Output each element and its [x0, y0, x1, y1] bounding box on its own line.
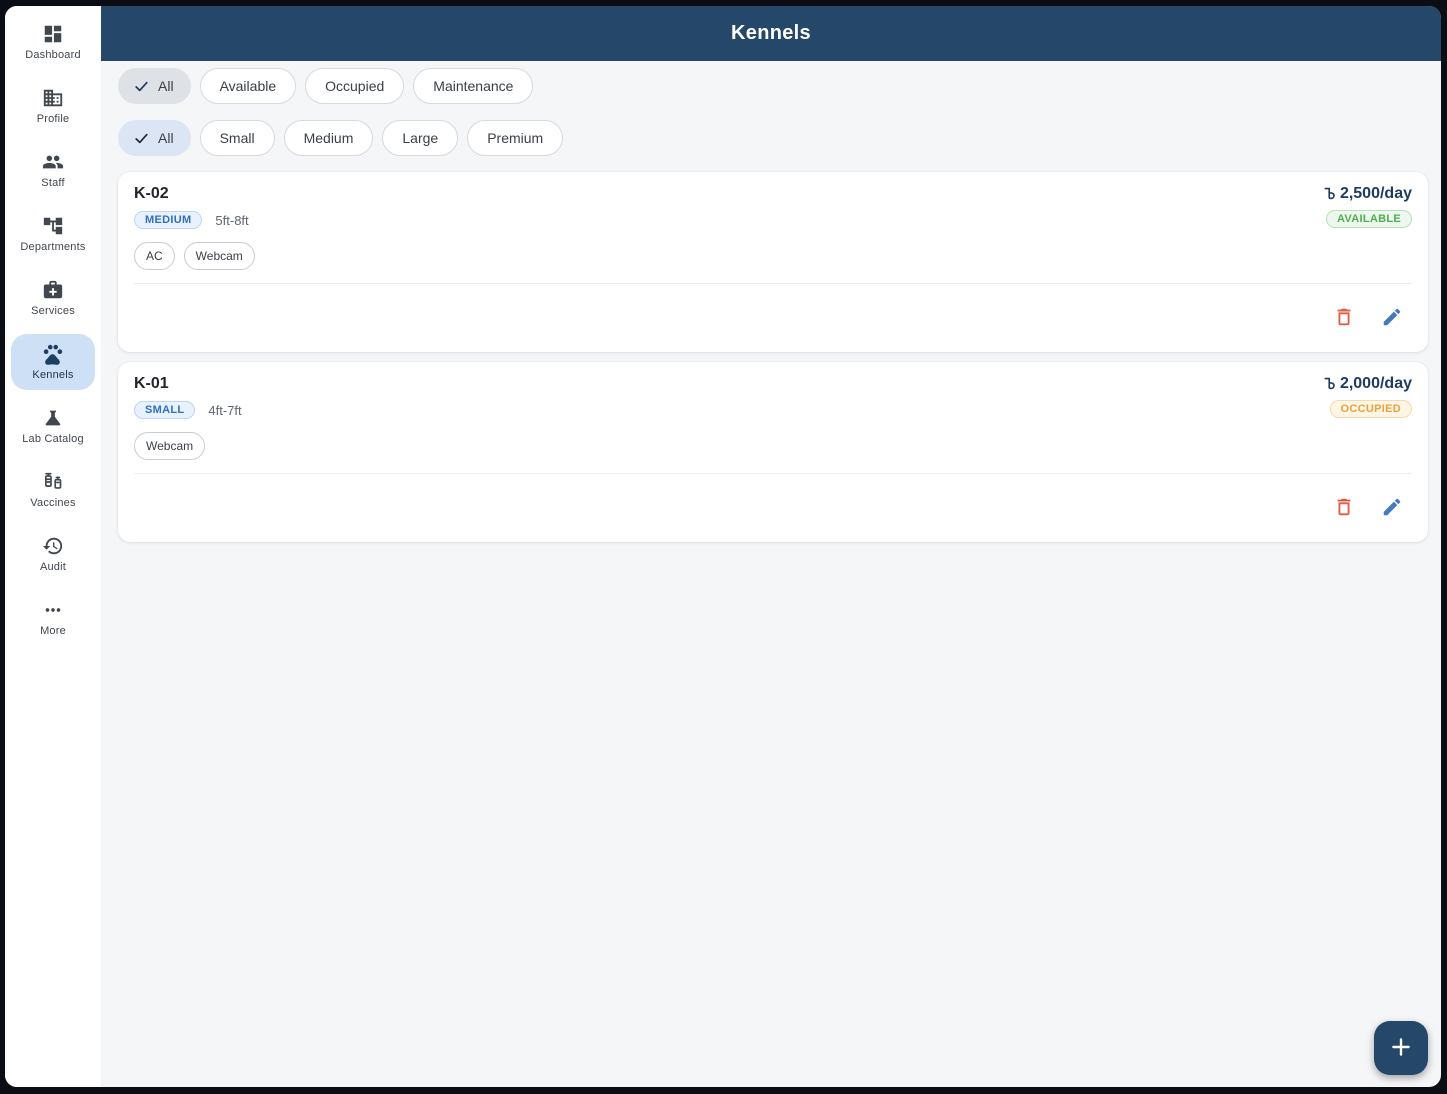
sidebar-item-label: Kennels	[32, 369, 74, 381]
sidebar-item-label: Vaccines	[30, 497, 76, 509]
sidebar-item-lab-catalog[interactable]: Lab Catalog	[11, 398, 95, 454]
sidebar-item-label: Profile	[36, 113, 70, 125]
feature-chip: Webcam	[183, 242, 255, 270]
size-badge: SMALL	[134, 401, 196, 419]
sidebar-item-kennels[interactable]: Kennels	[11, 334, 95, 390]
size-filter-row: All Small Medium Large Premium	[118, 120, 1428, 156]
chip-label: Premium	[487, 130, 544, 146]
sidebar: Dashboard Profile Staff Departments Serv	[5, 6, 101, 1087]
check-icon	[133, 78, 150, 95]
kennel-dimensions: 4ft-7ft	[208, 402, 242, 418]
chip-label: Maintenance	[433, 78, 514, 94]
kennel-card: K-01 SMALL 4ft-7ft 2,000/day OCCUPIED We…	[118, 362, 1428, 542]
pencil-icon	[1381, 306, 1403, 331]
kennel-price: 2,500/day	[1324, 184, 1412, 203]
feature-chip: AC	[134, 242, 175, 270]
size-filter-small[interactable]: Small	[199, 120, 275, 156]
delete-kennel-button[interactable]	[1324, 488, 1364, 528]
sidebar-item-services[interactable]: Services	[11, 270, 95, 326]
kennel-list: K-02 MEDIUM 5ft-8ft 2,500/day AVAILABLE …	[118, 172, 1428, 542]
chip-label: All	[158, 130, 174, 146]
sidebar-item-more[interactable]: More	[11, 590, 95, 646]
taka-currency-icon	[1324, 377, 1335, 390]
chip-label: Large	[402, 130, 439, 146]
people-icon	[42, 151, 64, 173]
status-filter-occupied[interactable]: Occupied	[305, 68, 405, 104]
sidebar-item-vaccines[interactable]: Vaccines	[11, 462, 95, 518]
size-filter-large[interactable]: Large	[382, 120, 459, 156]
app-bar: Kennels	[101, 6, 1441, 61]
plus-icon	[1388, 1034, 1414, 1063]
size-filter-premium[interactable]: Premium	[467, 120, 564, 156]
kennel-code: K-01	[134, 375, 169, 392]
kennel-price: 2,000/day	[1324, 374, 1412, 393]
delete-kennel-button[interactable]	[1324, 298, 1364, 338]
size-filter-medium[interactable]: Medium	[283, 120, 374, 156]
feature-chip: Webcam	[134, 432, 206, 460]
sidebar-item-label: Lab Catalog	[22, 433, 84, 445]
medical-briefcase-icon	[42, 279, 64, 301]
dashboard-icon	[42, 23, 64, 45]
app-window: Dashboard Profile Staff Departments Serv	[5, 6, 1441, 1087]
sidebar-item-label: Services	[31, 305, 75, 317]
sidebar-item-dashboard[interactable]: Dashboard	[11, 14, 95, 70]
chip-label: Medium	[303, 130, 354, 146]
trash-icon	[1333, 306, 1355, 331]
taka-currency-icon	[1324, 187, 1335, 200]
sidebar-item-label: Staff	[41, 177, 65, 189]
flask-icon	[42, 407, 64, 429]
check-icon	[133, 130, 150, 147]
size-badge: MEDIUM	[134, 211, 203, 229]
sidebar-item-label: More	[40, 625, 66, 637]
sidebar-item-label: Departments	[20, 241, 86, 253]
chip-label: Available	[219, 78, 277, 94]
status-filter-all[interactable]: All	[118, 68, 191, 104]
chip-label: Occupied	[325, 78, 385, 94]
edit-kennel-button[interactable]	[1372, 488, 1412, 528]
status-filter-available[interactable]: Available	[199, 68, 297, 104]
chip-label: All	[158, 78, 174, 94]
sidebar-item-departments[interactable]: Departments	[11, 206, 95, 262]
page-title: Kennels	[731, 22, 811, 44]
paw-icon	[42, 343, 64, 365]
kennel-rate: 2,000/day	[1339, 375, 1412, 392]
sidebar-item-label: Dashboard	[25, 49, 81, 61]
status-filter-maintenance[interactable]: Maintenance	[413, 68, 534, 104]
status-filter-row: All Available Occupied Maintenance	[118, 68, 1428, 104]
sidebar-item-label: Audit	[39, 561, 67, 573]
sidebar-item-profile[interactable]: Profile	[11, 78, 95, 134]
sidebar-item-audit[interactable]: Audit	[11, 526, 95, 582]
size-filter-all[interactable]: All	[118, 120, 191, 156]
feature-chips: AC Webcam	[134, 242, 1412, 270]
main-area: Kennels All Available Occupied Maintenan…	[101, 6, 1441, 1087]
building-icon	[42, 87, 64, 109]
content-area: All Available Occupied Maintenance All S…	[101, 61, 1441, 1087]
status-badge: OCCUPIED	[1329, 400, 1412, 418]
pencil-icon	[1381, 496, 1403, 521]
status-badge: AVAILABLE	[1325, 210, 1412, 228]
edit-kennel-button[interactable]	[1372, 298, 1412, 338]
add-kennel-fab[interactable]	[1374, 1021, 1428, 1075]
chip-label: Small	[219, 130, 255, 146]
org-tree-icon	[42, 215, 64, 237]
kennel-code: K-02	[134, 185, 169, 202]
sidebar-item-staff[interactable]: Staff	[11, 142, 95, 198]
more-dots-icon	[42, 599, 64, 621]
trash-icon	[1333, 496, 1355, 521]
syringe-vial-icon	[42, 471, 64, 493]
kennel-card: K-02 MEDIUM 5ft-8ft 2,500/day AVAILABLE …	[118, 172, 1428, 352]
history-icon	[42, 535, 64, 557]
kennel-rate: 2,500/day	[1339, 185, 1412, 202]
feature-chips: Webcam	[134, 432, 1412, 460]
kennel-dimensions: 5ft-8ft	[215, 212, 249, 228]
